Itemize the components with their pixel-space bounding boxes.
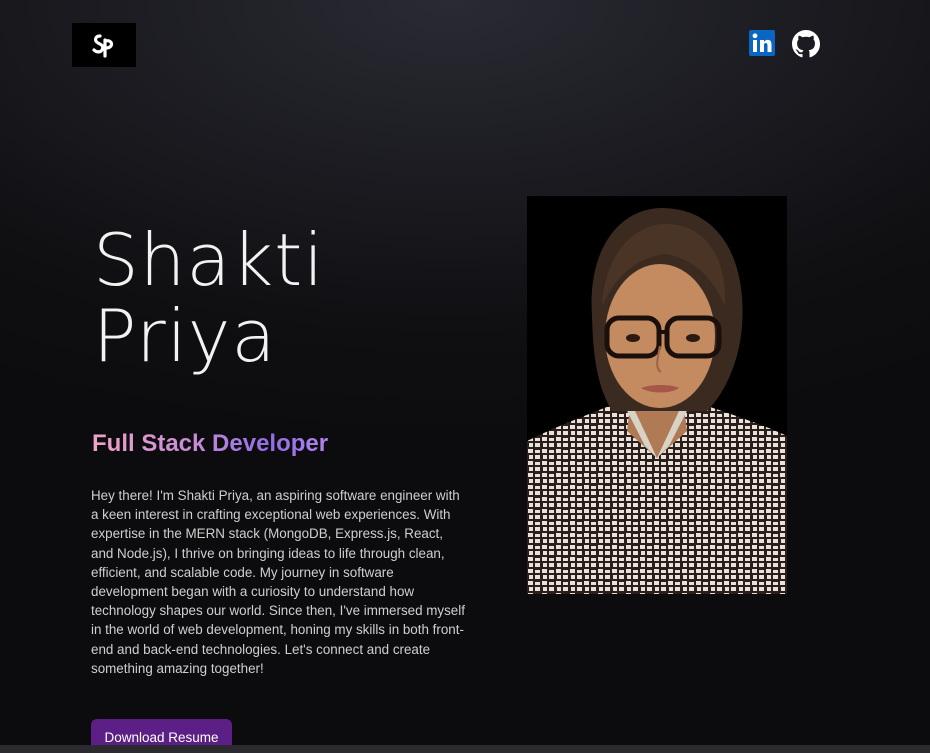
site-logo[interactable] [72,23,136,67]
github-link[interactable] [792,30,820,58]
hero-name: Shakti Priya [93,222,324,374]
bottom-scroll-edge [0,745,930,753]
sp-logo-icon [92,34,114,58]
last-name: Priya [93,294,277,378]
role-title: Full Stack Developer [92,430,329,457]
profile-photo [527,196,787,594]
first-name: Shakti [93,218,325,302]
github-icon [792,30,820,58]
linkedin-icon [749,30,775,56]
profile-portrait-illustration [527,196,787,594]
social-links [749,30,820,58]
linkedin-link[interactable] [749,30,777,58]
bio-paragraph: Hey there! I'm Shakti Priya, an aspiring… [91,488,465,676]
